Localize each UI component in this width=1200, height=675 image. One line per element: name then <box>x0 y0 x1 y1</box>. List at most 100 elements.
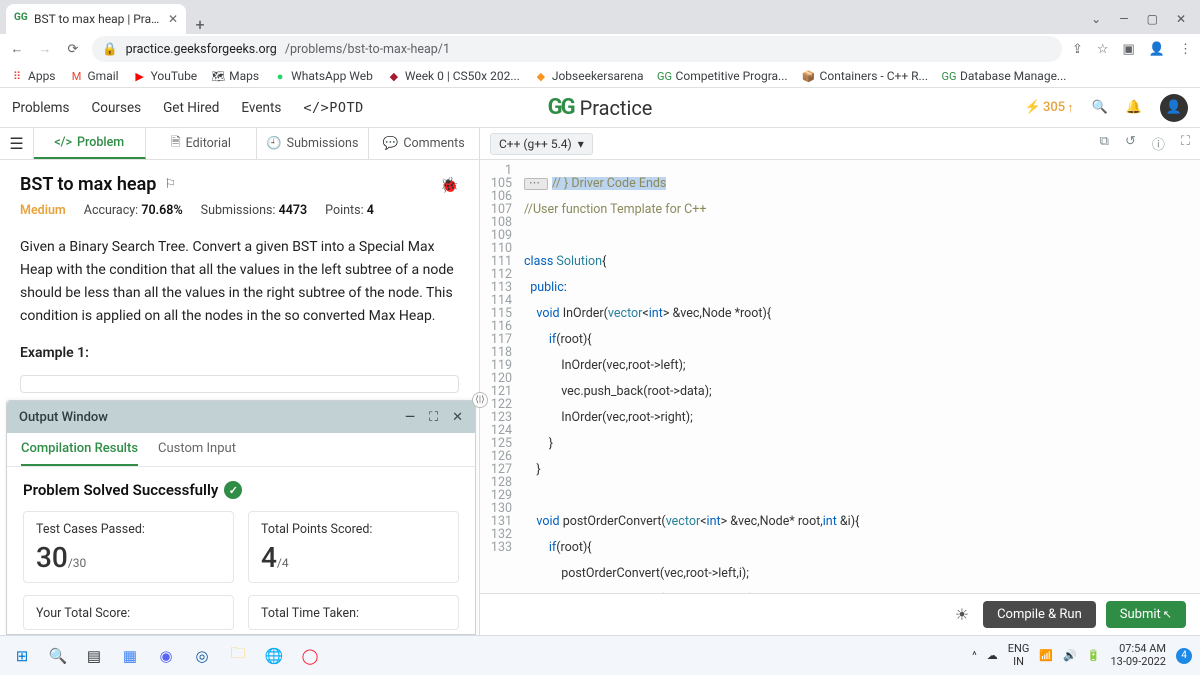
search-taskbar-icon[interactable]: 🔍 <box>44 642 72 670</box>
bookmark-competitive[interactable]: GGCompetitive Progra... <box>658 69 788 83</box>
nav-problems[interactable]: Problems <box>12 100 70 116</box>
bookmark-whatsapp[interactable]: ●WhatsApp Web <box>273 69 373 83</box>
theme-toggle-icon[interactable]: ☀ <box>955 605 969 624</box>
output-window-titlebar[interactable]: Output Window — ⛶ ✕ <box>7 401 475 433</box>
bookmark-database[interactable]: GGDatabase Manage... <box>942 69 1066 83</box>
code-content[interactable]: // } Driver Code Ends //User function Te… <box>518 160 1200 593</box>
favicon: GG <box>14 12 28 26</box>
edge-icon[interactable]: ◎ <box>188 642 216 670</box>
problem-header: BST to max heap ⚐ 🐞 Medium Accuracy: 70.… <box>0 160 479 228</box>
site-logo[interactable]: GG Practice <box>548 95 653 120</box>
tab-submissions[interactable]: 🕘Submissions <box>257 128 369 159</box>
nav-courses[interactable]: Courses <box>92 100 142 116</box>
success-message: Problem Solved Successfully ✓ <box>23 481 459 499</box>
info-icon[interactable]: ⓘ <box>1152 134 1165 153</box>
tab-editorial[interactable]: 🗎Editorial <box>146 128 258 159</box>
code-icon: </> <box>54 135 72 150</box>
apps-button[interactable]: ⠿Apps <box>10 69 56 83</box>
card-time-taken: Total Time Taken: <box>248 595 459 630</box>
volume-icon[interactable]: 🔊 <box>1063 649 1077 662</box>
wifi-icon[interactable]: 📶 <box>1039 649 1053 662</box>
compile-run-button[interactable]: Compile & Run <box>983 601 1096 628</box>
primary-nav: Problems Courses Get Hired Events </>POT… <box>12 100 364 116</box>
search-icon[interactable]: 🔍 <box>1092 100 1108 115</box>
nav-gethired[interactable]: Get Hired <box>163 100 219 116</box>
notification-badge[interactable]: 4 <box>1176 648 1192 664</box>
kebab-menu-icon[interactable]: ⋮ <box>1179 42 1192 57</box>
explorer-icon[interactable]: 🗀 <box>224 642 252 670</box>
clock[interactable]: 07:54 AM13-09-2022 <box>1110 643 1166 667</box>
bookmark-youtube[interactable]: ▶YouTube <box>133 69 198 83</box>
tab-compilation-results[interactable]: Compilation Results <box>21 441 138 466</box>
line-gutter: 1105106107108109110111112113114115116117… <box>480 160 518 593</box>
url-input[interactable]: 🔒 practice.geeksforgeeks.org/problems/bs… <box>92 36 1062 62</box>
code-editor[interactable]: 1105106107108109110111112113114115116117… <box>480 160 1200 593</box>
chevron-down-icon[interactable]: ⌄ <box>1091 12 1101 26</box>
new-tab-button[interactable]: + <box>186 15 214 34</box>
bolt-icon: ⚡ <box>1025 100 1041 115</box>
tray-chevron-icon[interactable]: ^ <box>972 649 977 662</box>
reset-icon[interactable]: ↺ <box>1125 134 1136 153</box>
battery-icon[interactable]: 🔋 <box>1087 649 1101 662</box>
widgets-icon[interactable]: ▦ <box>116 642 144 670</box>
streak-counter[interactable]: ⚡305↑ <box>1025 100 1074 116</box>
copy-icon[interactable]: ⧉ <box>1100 134 1109 153</box>
problem-statement: Given a Binary Search Tree. Convert a gi… <box>20 236 459 328</box>
avatar[interactable]: 👤 <box>1160 94 1188 122</box>
close-icon[interactable]: ✕ <box>452 410 463 425</box>
submit-button[interactable]: Submit↖ <box>1106 601 1186 628</box>
tab-strip: GG BST to max heap | Practice | Gee ✕ + … <box>0 0 1200 34</box>
bookmark-icon[interactable]: ⚐ <box>164 177 176 192</box>
forward-icon[interactable]: → <box>36 41 54 57</box>
share-icon[interactable]: ⇪ <box>1072 42 1083 57</box>
bookmark-cs50[interactable]: ◆Week 0 | CS50x 202... <box>387 69 520 83</box>
bell-icon[interactable]: 🔔 <box>1126 100 1142 115</box>
window-close-icon[interactable]: ✕ <box>1176 12 1186 26</box>
card-points: Total Points Scored: 4/4 <box>248 511 459 583</box>
site-header: Problems Courses Get Hired Events </>POT… <box>0 88 1200 128</box>
bookmark-gmail[interactable]: MGmail <box>70 69 119 83</box>
hamburger-icon[interactable]: ☰ <box>0 128 34 159</box>
browser-tab[interactable]: GG BST to max heap | Practice | Gee ✕ <box>6 4 186 34</box>
star-icon[interactable]: ☆ <box>1097 42 1109 57</box>
example-heading: Example 1: <box>20 342 459 365</box>
editor-footer: ☀ Compile & Run Submit↖ <box>480 593 1200 635</box>
reload-icon[interactable]: ⟳ <box>64 42 82 57</box>
minimize-icon[interactable]: — <box>405 410 415 425</box>
url-path: /problems/bst-to-max-heap/1 <box>285 42 450 57</box>
tab-comments[interactable]: 💬Comments <box>369 128 480 159</box>
card-test-cases: Test Cases Passed: 30/30 <box>23 511 234 583</box>
language-select[interactable]: C++ (g++ 5.4)▾ <box>490 133 593 155</box>
discord-icon[interactable]: ◉ <box>152 642 180 670</box>
expand-icon[interactable]: ⛶ <box>429 410 438 425</box>
nav-events[interactable]: Events <box>241 100 281 116</box>
tab-problem[interactable]: </>Problem <box>34 128 146 159</box>
bookmark-containers[interactable]: 📦Containers - C++ R... <box>802 69 928 83</box>
window-minimize-icon[interactable]: — <box>1119 12 1128 26</box>
cursor-icon: ↖ <box>1163 608 1172 621</box>
opera-icon[interactable]: ◯ <box>296 642 324 670</box>
bookmark-jobseekers[interactable]: ◆Jobseekersarena <box>534 69 644 83</box>
start-icon[interactable]: ⊞ <box>8 642 36 670</box>
nav-potd[interactable]: </>POTD <box>303 100 363 116</box>
url-host: practice.geeksforgeeks.org <box>126 42 277 57</box>
problem-body: Given a Binary Search Tree. Convert a gi… <box>0 228 479 407</box>
bug-icon[interactable]: 🐞 <box>440 176 459 194</box>
bookmark-maps[interactable]: 🗺Maps <box>211 69 259 83</box>
chrome-icon[interactable]: 🌐 <box>260 642 288 670</box>
close-tab-icon[interactable]: ✕ <box>168 12 178 26</box>
output-tabs: Compilation Results Custom Input <box>7 433 475 467</box>
output-window-title: Output Window <box>19 410 108 425</box>
tab-custom-input[interactable]: Custom Input <box>158 441 236 466</box>
back-icon[interactable]: ← <box>8 41 26 57</box>
problem-title: BST to max heap <box>20 174 156 195</box>
browser-chrome: GG BST to max heap | Practice | Gee ✕ + … <box>0 0 1200 88</box>
window-maximize-icon[interactable]: ▢ <box>1147 12 1158 26</box>
card-total-score: Your Total Score: <box>23 595 234 630</box>
task-view-icon[interactable]: ▤ <box>80 642 108 670</box>
onedrive-icon[interactable]: ☁ <box>987 649 998 662</box>
side-panel-icon[interactable]: ▣ <box>1123 42 1135 57</box>
fullscreen-icon[interactable]: ⛶ <box>1181 134 1190 153</box>
profile-icon[interactable]: 👤 <box>1149 42 1165 57</box>
pane-splitter[interactable]: ⟨|⟩ <box>472 392 488 408</box>
